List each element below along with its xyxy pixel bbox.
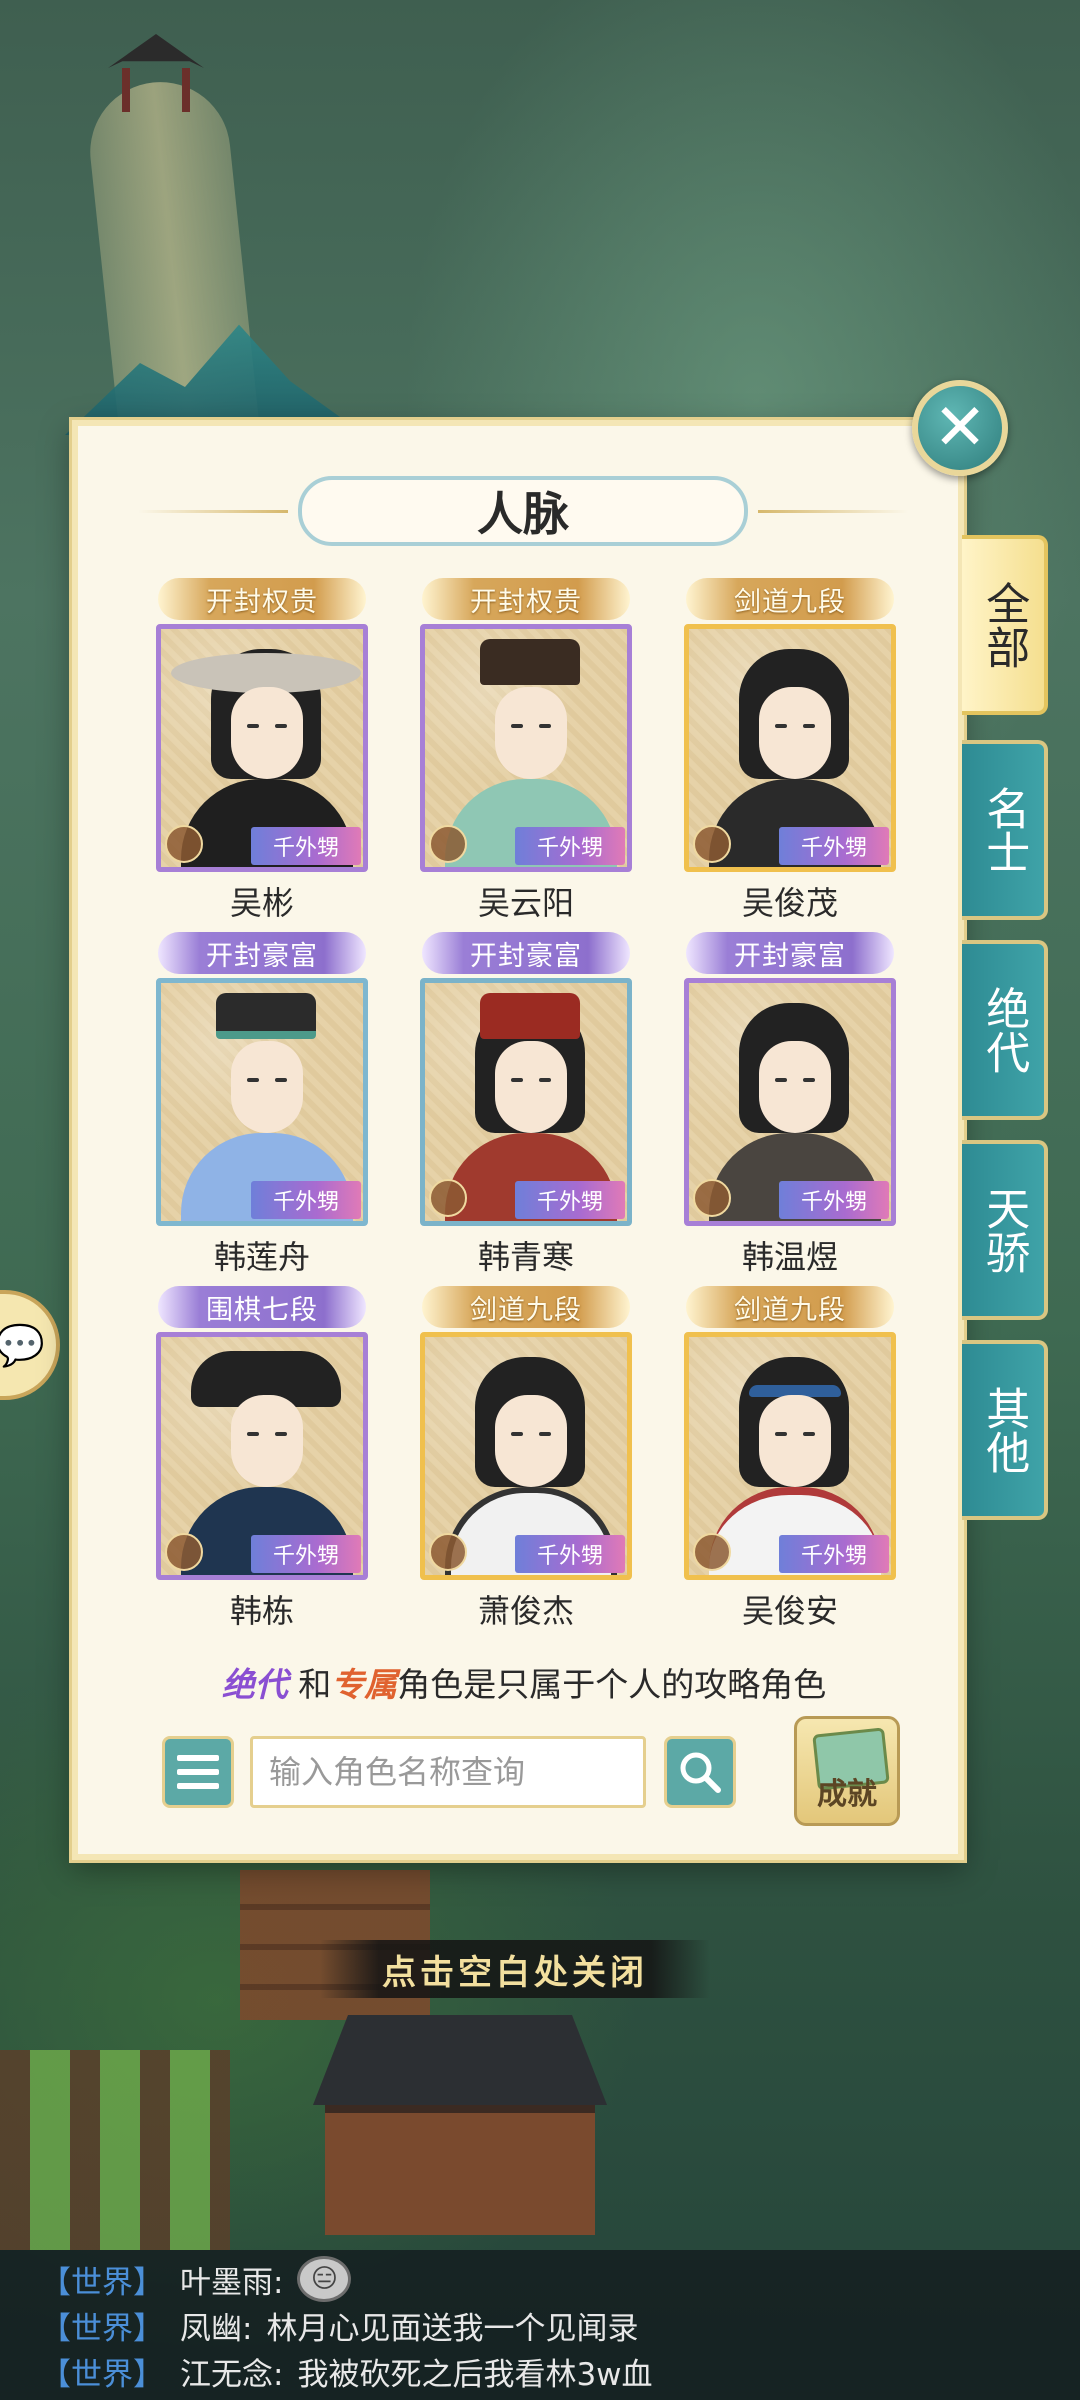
chat-message: 林月心见面送我一个见闻录 <box>266 2310 639 2347</box>
tab-label: 其他 <box>978 1386 1030 1474</box>
item-icon <box>165 825 203 863</box>
world-chat-bar[interactable]: 【世界】 叶墨雨: 😑 【世界】 凤幽: 林月心见面送我一个见闻录 【世界】 江… <box>0 2250 1080 2400</box>
relation-badge: 千外甥 <box>779 1181 889 1219</box>
character-portrait: 千外甥 <box>420 978 632 1226</box>
character-card[interactable]: 剑道九段 千外甥 吴俊安 <box>680 1286 900 1638</box>
tab-all[interactable]: 全部 <box>962 535 1048 715</box>
character-card[interactable]: 开封豪富 千外甥 韩温煜 <box>680 932 900 1284</box>
tab-famous-scholars[interactable]: 名士 <box>962 740 1048 920</box>
emoji-icon: 😑 <box>297 2256 352 2302</box>
item-icon <box>429 825 467 863</box>
tab-label: 名士 <box>978 786 1030 874</box>
tab-others[interactable]: 其他 <box>962 1340 1048 1520</box>
exclusive-roles-note: 绝代 和专属角色是只属于个人的攻略角色 <box>78 1658 970 1708</box>
character-portrait: 千外甥 <box>684 978 896 1226</box>
item-icon <box>429 1179 467 1217</box>
character-title-tag: 开封豪富 <box>422 932 630 974</box>
character-title-tag: 围棋七段 <box>158 1286 366 1328</box>
character-card[interactable]: 剑道九段 千外甥 萧俊杰 <box>416 1286 636 1638</box>
character-card[interactable]: 开封豪富 千外甥 韩莲舟 <box>152 932 372 1284</box>
character-name: 吴俊茂 <box>741 884 838 922</box>
character-name: 吴俊安 <box>741 1592 838 1630</box>
character-name: 韩温煜 <box>741 1238 838 1276</box>
chat-message: 我被砍死之后我看林3w血 <box>297 2356 653 2393</box>
chat-channel: 【世界】 <box>40 2356 164 2393</box>
chat-sender: 叶墨雨: <box>180 2264 284 2301</box>
panel-title: 人脉 <box>298 476 748 546</box>
character-title-tag: 开封豪富 <box>686 932 894 974</box>
tab-label: 绝代 <box>978 986 1030 1074</box>
character-title-tag: 开封权贵 <box>422 578 630 620</box>
relation-badge: 千外甥 <box>515 827 625 865</box>
item-icon <box>693 1533 731 1571</box>
relation-badge: 千外甥 <box>251 1181 361 1219</box>
item-icon <box>165 1533 203 1571</box>
chat-channel: 【世界】 <box>40 2264 164 2301</box>
character-card[interactable]: 开封权贵 千外甥 吴彬 <box>152 578 372 930</box>
relation-badge: 千外甥 <box>779 827 889 865</box>
tab-prodigies[interactable]: 天骄 <box>962 1140 1048 1320</box>
character-name: 韩青寒 <box>477 1238 574 1276</box>
close-icon: ✕ <box>933 391 987 465</box>
background-house <box>285 2015 635 2235</box>
note-text: 角色是只属于个人的攻略角色 <box>397 1665 827 1704</box>
search-button[interactable] <box>664 1736 736 1808</box>
character-portrait: 千外甥 <box>156 624 368 872</box>
character-portrait: 千外甥 <box>420 1332 632 1580</box>
character-portrait: 千外甥 <box>684 1332 896 1580</box>
character-portrait: 千外甥 <box>684 624 896 872</box>
character-name: 萧俊杰 <box>477 1592 574 1630</box>
character-card[interactable]: 开封豪富 千外甥 韩青寒 <box>416 932 636 1284</box>
character-title-tag: 剑道九段 <box>686 1286 894 1328</box>
character-title-tag: 剑道九段 <box>422 1286 630 1328</box>
search-input[interactable] <box>250 1736 646 1808</box>
character-portrait: 千外甥 <box>156 1332 368 1580</box>
search-icon <box>680 1752 721 1793</box>
relation-badge: 千外甥 <box>515 1535 625 1573</box>
list-view-button[interactable] <box>162 1736 234 1808</box>
relation-badge: 千外甥 <box>251 827 361 865</box>
character-name: 韩栋 <box>229 1592 294 1630</box>
chat-line: 【世界】 叶墨雨: 😑 <box>40 2256 1080 2302</box>
relation-badge: 千外甥 <box>515 1181 625 1219</box>
item-icon <box>693 1179 731 1217</box>
contacts-panel: 人脉 开封权贵 千外甥 吴彬 开封权贵 千外甥 吴云阳 剑道九段 千外甥 吴俊茂… <box>72 420 964 1860</box>
relation-badge: 千外甥 <box>251 1535 361 1573</box>
chat-line: 【世界】 凤幽: 林月心见面送我一个见闻录 <box>40 2302 1080 2348</box>
achievement-button[interactable]: 成就 <box>794 1716 900 1826</box>
note-term-exclusive: 专属 <box>331 1665 398 1704</box>
tab-label: 天骄 <box>978 1186 1030 1274</box>
item-icon <box>693 825 731 863</box>
relation-badge: 千外甥 <box>779 1535 889 1573</box>
character-card[interactable]: 围棋七段 千外甥 韩栋 <box>152 1286 372 1638</box>
panel-title-frame: 人脉 <box>138 476 748 546</box>
background-pavilion <box>108 20 204 112</box>
chat-bubble-icon[interactable]: 💬 <box>0 1290 60 1400</box>
achievement-label: 成就 <box>817 1777 877 1812</box>
close-button[interactable]: ✕ <box>912 380 1008 476</box>
character-title-tag: 开封豪富 <box>158 932 366 974</box>
note-term-peerless: 绝代 <box>221 1665 288 1704</box>
tab-label: 全部 <box>978 581 1030 669</box>
chat-sender: 凤幽: <box>180 2310 253 2347</box>
note-connector: 和 <box>298 1665 332 1704</box>
close-hint: 点击空白处关闭 <box>320 1940 710 1998</box>
chat-line: 【世界】 江无念: 我被砍死之后我看林3w血 <box>40 2348 1080 2394</box>
character-name: 韩莲舟 <box>213 1238 310 1276</box>
character-name: 吴彬 <box>229 884 294 922</box>
chat-channel: 【世界】 <box>40 2310 164 2347</box>
character-portrait: 千外甥 <box>156 978 368 1226</box>
character-card[interactable]: 开封权贵 千外甥 吴云阳 <box>416 578 636 930</box>
character-title-tag: 开封权贵 <box>158 578 366 620</box>
character-portrait: 千外甥 <box>420 624 632 872</box>
character-title-tag: 剑道九段 <box>686 578 894 620</box>
character-card[interactable]: 剑道九段 千外甥 吴俊茂 <box>680 578 900 930</box>
item-icon <box>429 1533 467 1571</box>
list-icon <box>177 1755 219 1761</box>
chat-sender: 江无念: <box>180 2356 284 2393</box>
character-name: 吴云阳 <box>477 884 574 922</box>
background-field <box>0 2050 230 2250</box>
tab-peerless[interactable]: 绝代 <box>962 940 1048 1120</box>
